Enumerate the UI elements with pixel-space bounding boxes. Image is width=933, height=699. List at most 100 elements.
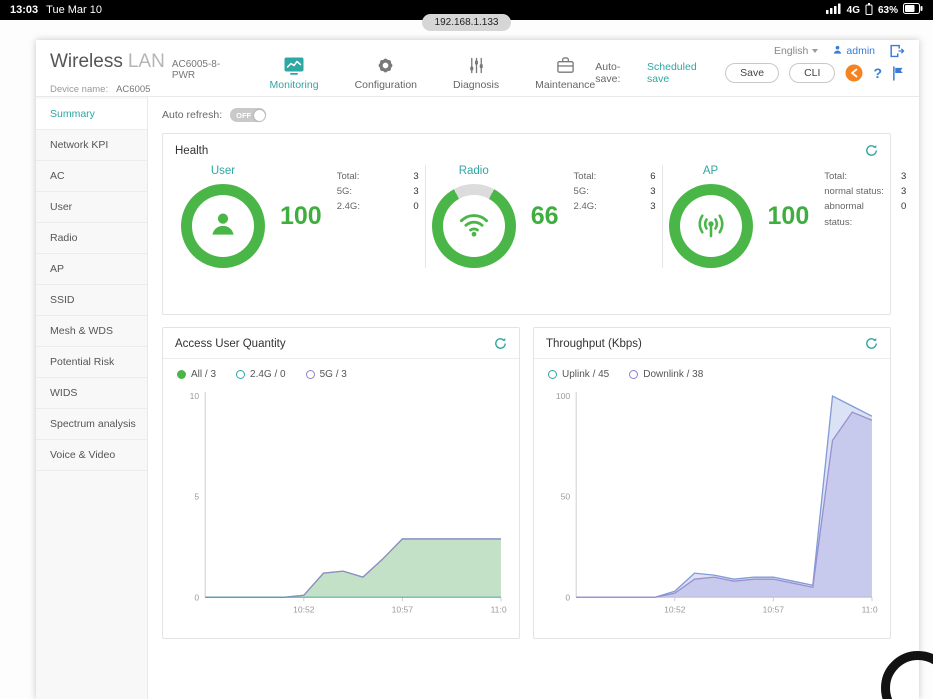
legend-label: Downlink / 38: [643, 369, 704, 380]
nav-configuration[interactable]: Configuration: [355, 56, 417, 91]
gauge-ring-inner: [192, 195, 254, 257]
gauge-label: User: [210, 165, 236, 177]
gauge-value: 66: [530, 202, 559, 230]
stat-value: 3: [413, 171, 419, 182]
legend-label: All / 3: [191, 369, 217, 380]
gauge-ring: [668, 184, 753, 268]
sidebar-item-ssid[interactable]: SSID: [36, 285, 147, 316]
legend-uplink[interactable]: Uplink / 45: [548, 369, 609, 380]
person-icon: [832, 44, 843, 58]
legend-dot-icon: [236, 370, 246, 379]
refresh-icon[interactable]: [494, 337, 507, 350]
monitoring-icon: [284, 56, 304, 76]
diagnosis-icon: [467, 56, 486, 76]
stat-value: 3: [900, 186, 907, 198]
nav-maintenance[interactable]: Maintenance: [535, 56, 595, 91]
svg-text:11:02: 11:02: [862, 604, 878, 614]
stat-label: 2.4G:: [336, 201, 360, 213]
gauge-ring: [431, 184, 516, 268]
back-icon[interactable]: [845, 64, 863, 82]
nav-label: Maintenance: [535, 78, 596, 91]
nav-diagnosis[interactable]: Diagnosis: [453, 56, 499, 91]
sidebar-item-wids[interactable]: WIDS: [36, 378, 147, 409]
device-name-row: Device name: AC6005: [50, 84, 232, 95]
legend-5g[interactable]: 5G / 3: [305, 369, 347, 380]
save-button[interactable]: Save: [725, 63, 780, 83]
svg-text:50: 50: [561, 492, 571, 502]
battery-icon: [903, 3, 923, 17]
sidebar-item-network-kpi[interactable]: Network KPI: [36, 130, 147, 161]
gauge-value: 100: [767, 202, 810, 230]
stat-row: Total: 3: [337, 169, 419, 184]
status-right: 4G 63%: [825, 2, 923, 18]
svg-text:10:52: 10:52: [664, 604, 686, 614]
access-user-legend: All / 3 2.4G / 0 5G / 3: [177, 369, 505, 380]
brand-model: AC6005-8-PWR: [171, 59, 221, 81]
sidebar-item-spectrum-analysis[interactable]: Spectrum analysis: [36, 409, 147, 440]
toggle-state-label: OFF: [236, 110, 252, 120]
health-title: Health: [175, 144, 209, 157]
battery-percent: 63%: [877, 4, 898, 16]
sidebar-item-summary[interactable]: Summary: [36, 99, 147, 130]
auto-refresh-toggle[interactable]: OFF: [230, 108, 267, 122]
legend-dot-icon: [548, 370, 557, 379]
gauge-ring-inner: [442, 195, 505, 257]
gauge-stats: Total: 6 5G: 3 2.4G: 3: [574, 169, 656, 215]
sidebar-item-voice-video[interactable]: Voice & Video: [36, 440, 147, 471]
autosave-label: Auto-save:: [595, 61, 621, 85]
language-selector[interactable]: English: [774, 45, 819, 57]
address-pill[interactable]: 192.168.1.133: [421, 14, 512, 31]
sidebar-item-radio[interactable]: Radio: [36, 223, 147, 254]
topline: English admin: [774, 44, 905, 58]
health-gauge-radio: Radio 66 Total: 6 5G: 3 2.4G: 3: [424, 165, 662, 268]
svg-text:0: 0: [194, 592, 199, 602]
legend-downlink[interactable]: Downlink / 38: [629, 369, 703, 380]
sidebar-item-mesh-wds[interactable]: Mesh & WDS: [36, 316, 147, 347]
antenna-icon: [693, 206, 729, 247]
legend-dot-icon: [305, 370, 315, 379]
stat-label: Total:: [336, 171, 360, 182]
legend-all[interactable]: All / 3: [177, 369, 216, 380]
help-icon[interactable]: ?: [873, 65, 882, 81]
auto-refresh-label: Auto refresh:: [162, 109, 223, 121]
health-gauge-user: User 100 Total: 3 5G: 3 2.4G: 0: [175, 165, 425, 268]
throughput-panel-head: Throughput (Kbps): [534, 337, 890, 359]
stat-value: 3: [650, 186, 656, 198]
nav-monitoring[interactable]: Monitoring: [270, 56, 319, 91]
sidebar-item-user[interactable]: User: [36, 192, 147, 223]
refresh-icon[interactable]: [865, 144, 878, 157]
legend-label: 2.4G / 0: [250, 369, 286, 380]
sidebar-item-potential-risk[interactable]: Potential Risk: [36, 347, 147, 378]
toggle-knob: [253, 109, 265, 121]
throughput-legend: Uplink / 45 Downlink / 38: [548, 369, 876, 380]
stat-row: 2.4G: 3: [574, 199, 656, 214]
chart-canvas: 0 5 10 10:52 10:57 11:02: [190, 391, 512, 614]
app-window: English admin Wireless LAN AC6005-8-PWR …: [36, 40, 919, 699]
chevron-down-icon: [812, 49, 819, 53]
stat-row: 2.4G: 0: [337, 199, 419, 214]
battery-small-icon: [865, 2, 873, 18]
cli-button[interactable]: CLI: [789, 63, 836, 83]
nav-label: Monitoring: [269, 78, 319, 91]
auto-refresh-row: Auto refresh: OFF: [162, 105, 891, 125]
svg-text:5: 5: [194, 492, 199, 502]
header-actions: Auto-save: Scheduled save Save CLI ?: [595, 61, 905, 85]
sidebar-item-ac[interactable]: AC: [36, 161, 147, 192]
legend-label: Uplink / 45: [562, 369, 610, 380]
legend-2.4g[interactable]: 2.4G / 0: [236, 369, 286, 380]
gauge-label: AP: [702, 165, 719, 177]
health-gauge-ap: AP 100 Total: 3 normal status: 3 abnormal stat…: [661, 165, 913, 268]
flag-icon[interactable]: [892, 65, 905, 81]
nav-label: Diagnosis: [453, 78, 500, 91]
scheduled-save-link[interactable]: Scheduled save: [647, 61, 715, 85]
stat-value: 3: [650, 201, 656, 213]
sidebar-item-ap[interactable]: AP: [36, 254, 147, 285]
user-menu[interactable]: admin: [832, 44, 875, 58]
logout-icon[interactable]: [889, 44, 905, 58]
stat-label: normal status:: [824, 186, 884, 198]
status-left: 13:03 Tue Mar 10: [10, 4, 102, 16]
stat-row: normal status: 3: [824, 184, 906, 199]
refresh-icon[interactable]: [865, 337, 878, 350]
access-user-chart: 0 5 10 10:52 10:57 11:02: [175, 384, 512, 628]
stat-label: abnormal status:: [824, 201, 864, 228]
